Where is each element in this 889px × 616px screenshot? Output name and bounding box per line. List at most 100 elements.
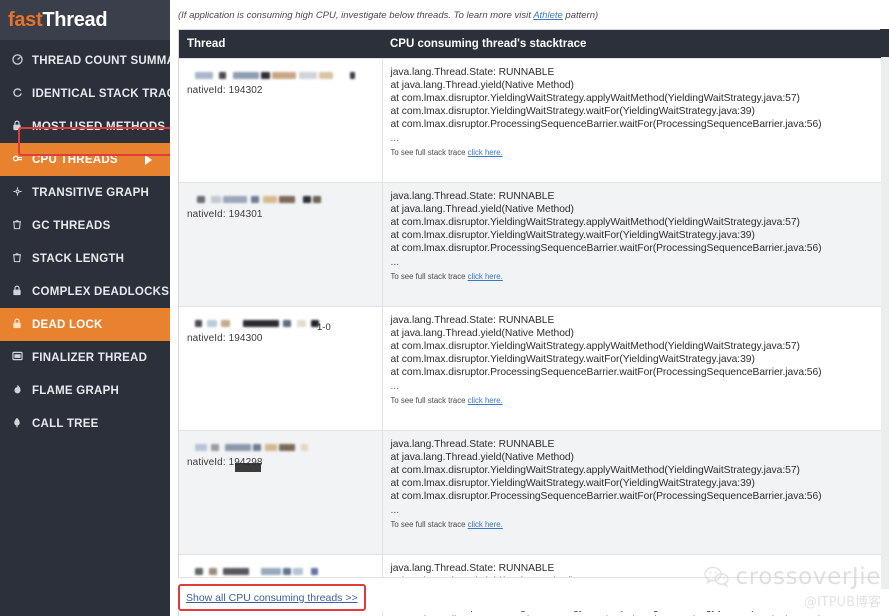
sidebar-item-call-tree[interactable]: CALL TREE	[0, 407, 170, 440]
sidebar-item-label: DEAD LOCK	[32, 318, 103, 331]
thread-cell: nativeId: 194300 1-0	[179, 305, 383, 430]
window-icon	[9, 351, 25, 364]
stacktrace-cell: java.lang.Thread.State: RUNNABLE at java…	[382, 305, 881, 430]
stacktrace-ellipsis: ...	[390, 256, 400, 268]
sidebar-item-label: THREAD COUNT SUMMARY	[32, 54, 170, 67]
trash-icon	[9, 252, 25, 266]
cpu-icon	[9, 153, 25, 167]
native-id-label: nativeId: 194302	[187, 84, 263, 96]
sidebar-item-label: TRANSITIVE GRAPH	[32, 186, 150, 199]
see-full-stacktrace: To see full stack trace click here.	[391, 148, 876, 157]
note-suffix: pattern)	[562, 10, 599, 21]
column-header-thread: Thread	[179, 30, 382, 58]
sidebar-item-label: FLAME GRAPH	[32, 384, 120, 397]
table-row: nativeId: 194301 java.lang.Thread.State:…	[179, 181, 881, 306]
native-id-label: nativeId: 194301	[187, 208, 263, 220]
see-full-text: To see full stack trace	[390, 519, 468, 529]
thread-name-redacted	[187, 195, 376, 203]
click-here-link[interactable]: click here.	[468, 520, 503, 529]
sidebar-item-dead-lock[interactable]: DEAD LOCK	[0, 308, 170, 341]
lock-icon	[9, 285, 25, 299]
logo-text-fast: fast	[8, 8, 43, 31]
show-all-threads-highlight-box: Show all CPU consuming threads >>	[178, 584, 366, 611]
chevron-right-icon	[145, 154, 152, 165]
see-full-stacktrace: To see full stack trace click here.	[391, 396, 876, 405]
sidebar-item-stack-length[interactable]: STACK LENGTH	[0, 242, 170, 275]
sidebar-item-finalizer-thread[interactable]: FINALIZER THREAD	[0, 341, 170, 374]
show-all-threads-row: Show all CPU consuming threads >>	[178, 577, 880, 611]
thread-cell: nativeId: 194298	[179, 429, 383, 554]
stacktrace-text: java.lang.Thread.State: RUNNABLE at java…	[390, 190, 822, 255]
sidebar-item-cpu-threads[interactable]: CPU THREADS	[0, 143, 170, 176]
main-content: (If application is consuming high CPU, i…	[170, 0, 889, 616]
sidebar-item-complex-deadlocks[interactable]: COMPLEX DEADLOCKS	[0, 275, 170, 308]
stacktrace-cell: java.lang.Thread.State: RUNNABLE at java…	[382, 429, 881, 554]
sidebar-item-label: COMPLEX DEADLOCKS	[32, 285, 170, 298]
click-here-link[interactable]: click here.	[468, 272, 503, 281]
logo-text-thread: Thread	[42, 8, 108, 31]
table-row: nativeId: 194298 java.lang.Thread.State:…	[179, 429, 881, 554]
app-logo[interactable]: fast Thread	[0, 0, 170, 40]
stacktrace-cell: java.lang.Thread.State: RUNNABLE at java…	[382, 57, 881, 182]
sidebar-item-label: STACK LENGTH	[32, 252, 125, 265]
thread-name-redacted	[187, 319, 376, 327]
stacktrace-cell: java.lang.Thread.State: RUNNABLE at java…	[382, 181, 881, 306]
stacktrace-ellipsis: ...	[390, 380, 400, 392]
sidebar-nav: THREAD COUNT SUMMARY IDENTICAL STACK TRA…	[0, 40, 170, 440]
see-full-text: To see full stack trace	[390, 271, 468, 281]
table-head: Thread CPU consuming thread's stacktrace	[179, 30, 881, 58]
table-row: nativeId: 194300 1-0 java.lang.Thread.St…	[179, 305, 881, 430]
click-here-link[interactable]: click here.	[468, 148, 503, 157]
table-row: nativeId: 194302 java.lang.Thread.State:…	[179, 57, 881, 182]
click-here-link[interactable]: click here.	[468, 396, 503, 405]
sidebar-item-label: GC THREADS	[32, 219, 111, 232]
fastthread-report-page: fastThread THREAD COUNT SUMMARY IDENTICA…	[0, 0, 889, 616]
dashboard-icon	[9, 53, 25, 68]
flame-icon	[9, 384, 25, 398]
thread-name-redacted	[187, 443, 376, 451]
cpu-threads-note: (If application is consuming high CPU, i…	[170, 0, 889, 29]
sidebar-item-thread-count-summary[interactable]: THREAD COUNT SUMMARY	[0, 44, 170, 77]
see-full-text: To see full stack trace	[390, 147, 468, 157]
refresh-icon	[9, 87, 25, 101]
lock-icon	[9, 318, 25, 332]
sidebar: fastThread THREAD COUNT SUMMARY IDENTICA…	[0, 0, 170, 616]
see-full-stacktrace: To see full stack trace click here.	[391, 272, 876, 281]
sidebar-item-most-used-methods[interactable]: MOST USED METHODS	[0, 110, 170, 143]
stacktrace-ellipsis: ...	[390, 504, 400, 516]
thread-name-redacted	[187, 567, 376, 575]
sidebar-item-label: FINALIZER THREAD	[32, 351, 148, 364]
sidebar-item-label: MOST USED METHODS	[32, 120, 166, 133]
text-selection-highlight	[235, 462, 261, 472]
sidebar-item-transitive-graph[interactable]: TRANSITIVE GRAPH	[0, 176, 170, 209]
see-full-text: To see full stack trace	[390, 395, 468, 405]
cpu-threads-table: Thread CPU consuming thread's stacktrace	[179, 30, 881, 616]
stacktrace-text: java.lang.Thread.State: RUNNABLE at java…	[390, 438, 822, 503]
table-header-row: Thread CPU consuming thread's stacktrace	[179, 30, 881, 58]
athlete-pattern-link[interactable]: Athlete	[533, 10, 563, 21]
cpu-threads-table-wrapper: Thread CPU consuming thread's stacktrace	[178, 29, 881, 616]
table-body: nativeId: 194302 java.lang.Thread.State:…	[179, 57, 881, 616]
trash-icon	[9, 219, 25, 233]
stacktrace-text: java.lang.Thread.State: RUNNABLE at java…	[390, 314, 822, 379]
tree-icon	[9, 417, 25, 431]
thread-cell: nativeId: 194301	[179, 181, 383, 306]
lock-icon	[9, 120, 25, 134]
thread-name-redacted	[187, 71, 376, 79]
stacktrace-ellipsis: ...	[390, 132, 400, 144]
native-id-label: nativeId: 194300	[187, 332, 263, 344]
sidebar-item-gc-threads[interactable]: GC THREADS	[0, 209, 170, 242]
show-all-cpu-threads-link[interactable]: Show all CPU consuming threads >>	[186, 592, 358, 604]
node-graph-icon	[9, 186, 25, 200]
note-prefix: (If application is consuming high CPU, i…	[178, 10, 534, 21]
stacktrace-text: java.lang.Thread.State: RUNNABLE at java…	[390, 66, 822, 131]
thread-cell: nativeId: 194302	[179, 57, 383, 182]
sidebar-item-label: CALL TREE	[32, 417, 99, 430]
thread-name-suffix: 1-0	[317, 321, 331, 333]
sidebar-item-flame-graph[interactable]: FLAME GRAPH	[0, 374, 170, 407]
native-id-label: nativeId: 194298	[187, 456, 263, 468]
sidebar-item-identical-stack-trace[interactable]: IDENTICAL STACK TRACE	[0, 77, 170, 110]
sidebar-item-label: CPU THREADS	[32, 153, 118, 166]
column-header-stacktrace: CPU consuming thread's stacktrace	[382, 30, 881, 58]
sidebar-item-label: IDENTICAL STACK TRACE	[32, 87, 170, 100]
